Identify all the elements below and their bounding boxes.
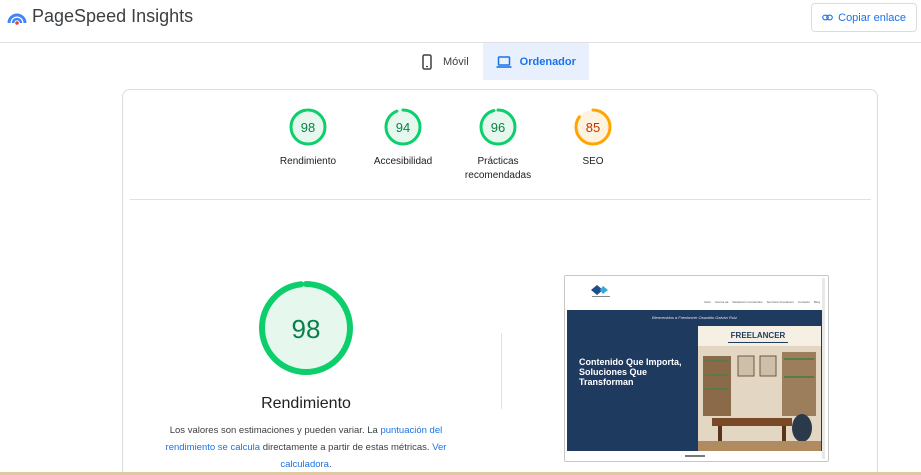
preview-office-image: FREELANCER (698, 326, 821, 451)
score-label: SEO (582, 156, 604, 167)
tab-desktop[interactable]: Ordenador (482, 43, 589, 80)
preview-menu-item: Contacto (797, 300, 810, 304)
pagespeed-logo-icon (7, 13, 27, 25)
device-tabs: Móvil Ordenador (405, 43, 589, 80)
tab-mobile-label: Móvil (443, 55, 469, 68)
score-description: Los valores son estimaciones y pueden va… (161, 422, 451, 473)
score-label: Prácticas recomendadas (464, 156, 532, 181)
score-value: 96 (491, 120, 505, 135)
main-performance-gauge[interactable]: 98 (256, 278, 356, 378)
preview-menu-item: Inicio (703, 300, 711, 304)
preview-menu-item: Blog (813, 300, 820, 304)
link-icon (822, 14, 833, 21)
score-gauge-2[interactable]: 96 Prácticas recomendadas (448, 107, 548, 183)
preview-menu-item: Redacción Contenidos (732, 300, 763, 304)
phone-icon (422, 53, 432, 70)
header: PageSpeed Insights Copiar enlace (0, 0, 921, 43)
score-value: 98 (301, 120, 315, 135)
preview-navbar: Inicio Acerca de Redacción Contenidos Servi… (565, 276, 828, 309)
description-text-3: . (328, 459, 332, 470)
page-screenshot-preview: Inicio Acerca de Redacción Contenidos Servi… (564, 275, 829, 462)
pagespeed-page: PageSpeed Insights Copiar enlace Móvil O… (0, 0, 921, 475)
preview-image-title: FREELANCER (731, 331, 786, 340)
section-divider (130, 199, 871, 200)
tab-desktop-label: Ordenador (519, 55, 576, 68)
office-illustration: FREELANCER (698, 326, 821, 451)
vertical-divider (501, 333, 502, 409)
preview-scrollbar (822, 278, 825, 459)
preview-menu-item: Servicios Freelancer (766, 300, 794, 304)
main-gauge-ring: 98 (259, 281, 353, 375)
score-gauge-ring: 96 (479, 108, 517, 146)
main-score-title: Rendimiento (261, 395, 351, 412)
laptop-icon (496, 55, 512, 68)
copy-link-button[interactable]: Copiar enlace (811, 3, 917, 32)
description-text-2: directamente a partir de estas métricas. (260, 442, 433, 453)
score-label: Accesibilidad (373, 156, 433, 167)
report-card: 98 Rendimiento 94 Accesibilidad 96 Prácticas … (122, 89, 878, 475)
score-value: 85 (586, 120, 600, 135)
score-gauge-ring: 85 (574, 108, 612, 146)
tab-mobile[interactable]: Móvil (405, 43, 483, 80)
score-gauge-ring: 98 (289, 108, 327, 146)
preview-menu: Inicio Acerca de Redacción Contenidos Servi… (704, 300, 820, 304)
description-text-1: Los valores son estimaciones y pueden va… (169, 425, 381, 436)
score-gauge-3[interactable]: 85 SEO (543, 107, 643, 169)
preview-scroll-indicator (685, 455, 705, 457)
score-gauge-ring: 94 (384, 108, 422, 146)
app-title: PageSpeed Insights (32, 6, 194, 26)
score-value: 94 (396, 120, 410, 135)
score-label: Rendimiento (279, 156, 337, 167)
score-gauge-1[interactable]: 94 Accesibilidad (353, 107, 453, 169)
preview-menu-item: Acerca de (714, 300, 729, 304)
preview-hero: Bienvenidos a Freelancer Oswaldo Galván … (567, 310, 822, 451)
preview-brand-logo-icon (591, 285, 610, 297)
preview-headline: Contenido Que Importa, Soluciones Que Tr… (579, 357, 682, 387)
preview-welcome-text: Bienvenidos a Freelancer Oswaldo Galván … (652, 315, 737, 320)
main-score-value: 98 (292, 314, 321, 344)
copy-link-label: Copiar enlace (838, 11, 906, 24)
score-gauge-0[interactable]: 98 Rendimiento (258, 107, 358, 169)
